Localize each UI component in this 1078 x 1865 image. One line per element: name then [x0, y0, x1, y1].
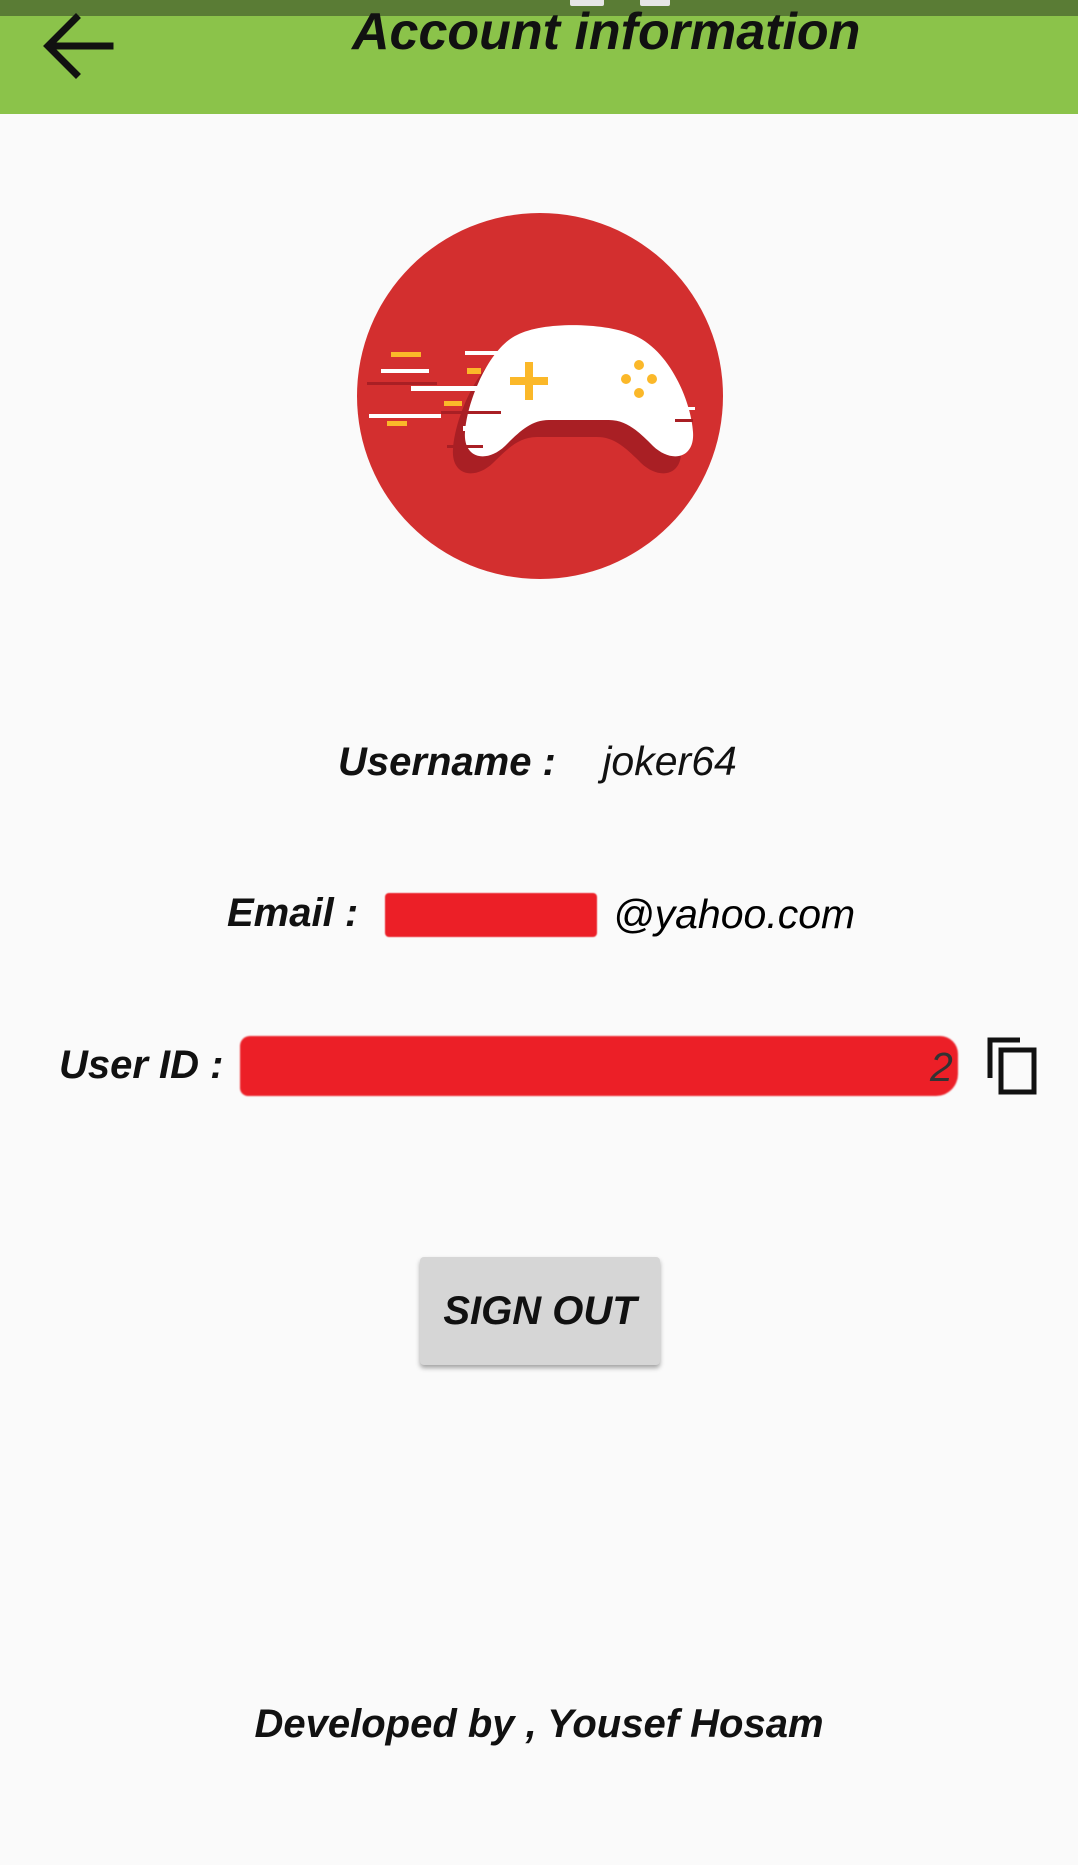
app-bar: Account information: [0, 3, 1078, 114]
redaction-mark: [240, 1036, 958, 1096]
developer-credit: Developed by , Yousef Hosam: [254, 1702, 824, 1746]
email-row: Email :: [227, 891, 358, 936]
copy-userid-button[interactable]: [984, 1034, 1042, 1096]
userid-value-container: 2: [240, 1036, 960, 1100]
userid-row: User ID :: [59, 1043, 224, 1088]
redaction-mark: [385, 893, 597, 937]
arrow-left-icon: [43, 13, 114, 79]
userid-value: 2: [930, 1044, 954, 1090]
username-label: Username :: [338, 740, 556, 784]
avatar: [357, 213, 723, 579]
sign-out-button[interactable]: SIGN OUT: [420, 1257, 660, 1365]
page-title: Account information: [352, 3, 861, 61]
username-value: joker64: [602, 738, 737, 784]
gamepad-icon: [357, 213, 723, 579]
back-button[interactable]: [38, 0, 124, 84]
userid-label: User ID :: [59, 1043, 224, 1087]
email-label: Email :: [227, 891, 359, 935]
copy-icon: [987, 1037, 1037, 1095]
username-row: Username : joker64: [338, 738, 737, 785]
email-value-container: @yahoo.com: [385, 891, 855, 943]
